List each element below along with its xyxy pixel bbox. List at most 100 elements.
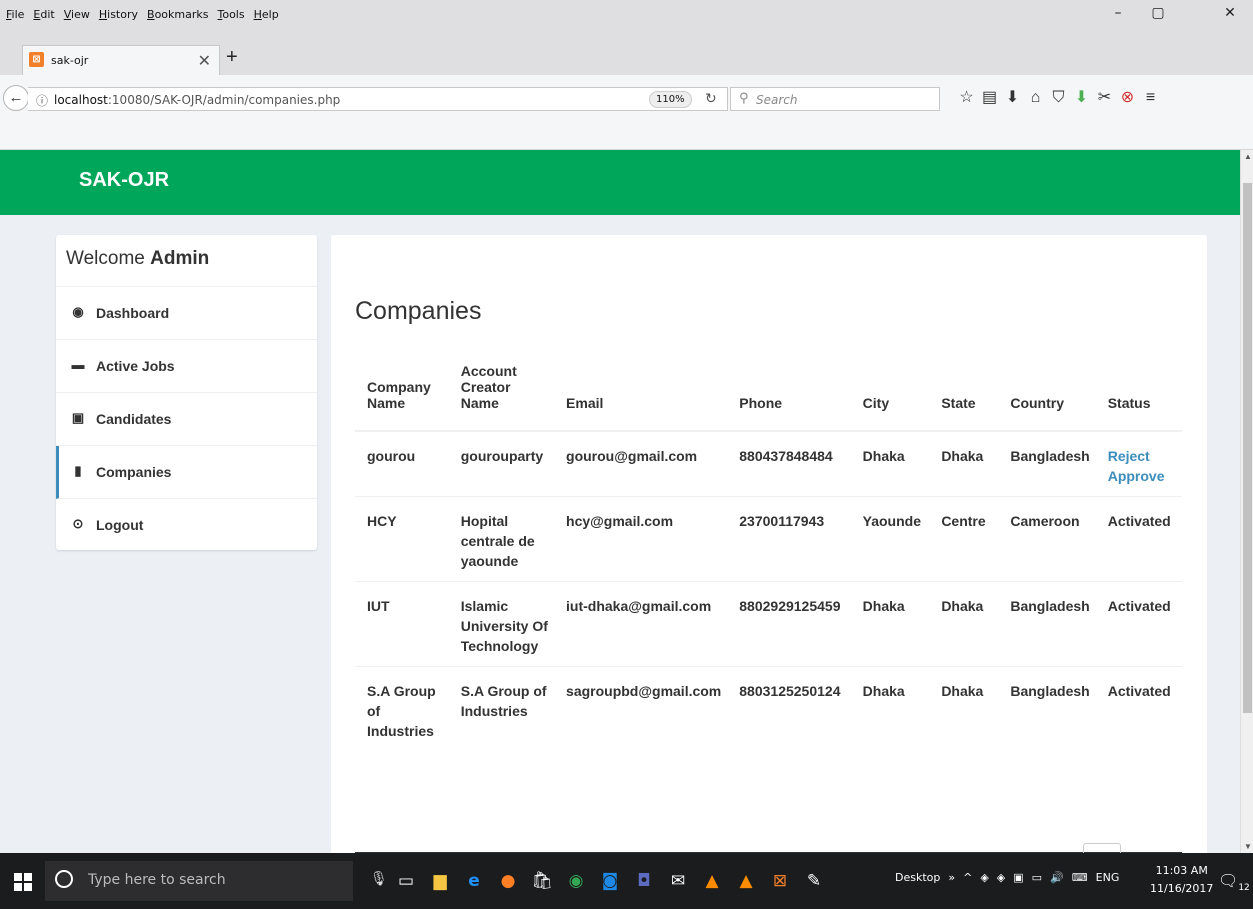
menu-item-view[interactable]: View bbox=[64, 8, 90, 21]
xampp-icon[interactable]: ⊠ bbox=[763, 865, 797, 897]
cell-country: Bangladesh bbox=[998, 581, 1096, 667]
close-window-button[interactable]: ✕ bbox=[1210, 5, 1250, 21]
store-icon[interactable]: 🛍 bbox=[525, 865, 559, 897]
brand-logo[interactable]: SAK-OJR bbox=[79, 169, 169, 192]
cell-status: Activated bbox=[1095, 496, 1182, 582]
column-header-company-name[interactable]: Company Name bbox=[355, 363, 449, 432]
browser-tab[interactable]: ⊠ sak-ojr ✕ bbox=[22, 45, 220, 75]
column-header-account-creator[interactable]: Account Creator Name bbox=[448, 363, 555, 432]
cell-email: hcy@gmail.com bbox=[554, 496, 728, 582]
file-explorer-icon[interactable]: ▆ bbox=[423, 865, 457, 897]
menu-item-tools[interactable]: Tools bbox=[217, 8, 244, 21]
info-icon[interactable]: ⓘ bbox=[36, 92, 48, 109]
cell-phone: 23700117943 bbox=[727, 496, 851, 582]
reject-link[interactable]: Reject bbox=[1108, 446, 1176, 466]
cell-state: Dhaka bbox=[929, 581, 999, 667]
minimize-button[interactable]: – bbox=[1098, 5, 1138, 21]
tray-app-2-icon[interactable]: ◈ bbox=[997, 871, 1005, 884]
overflow-chevron-icon[interactable]: » bbox=[948, 871, 955, 884]
app-purple-icon[interactable]: ◘ bbox=[627, 865, 661, 897]
menu-item-help[interactable]: Help bbox=[254, 8, 279, 21]
sidebar-item-label: Dashboard bbox=[96, 305, 170, 321]
taskbar-search-box[interactable]: Type here to search bbox=[45, 861, 353, 901]
orange-app-icon[interactable]: ▲ bbox=[729, 865, 763, 897]
system-tray: Desktop » ^ ◈ ◈ ▣ ▭ 🔊 ⌨ ENG bbox=[895, 871, 1119, 884]
pocket-icon[interactable]: ⛉ bbox=[1047, 85, 1070, 111]
sidebar-item-companies[interactable]: ▮ Companies bbox=[56, 446, 317, 499]
paint-icon[interactable]: ✎ bbox=[797, 865, 831, 897]
page-title: Companies bbox=[355, 297, 482, 325]
taskbar-clock[interactable]: 11:03 AM 11/16/2017 bbox=[1150, 862, 1213, 898]
cell-city: Dhaka bbox=[850, 666, 930, 751]
maximize-button[interactable]: ▢ bbox=[1138, 5, 1178, 21]
battery-icon[interactable]: ▭ bbox=[1032, 871, 1042, 884]
reload-icon[interactable]: ↻ bbox=[705, 91, 717, 107]
edge-icon[interactable]: e bbox=[457, 865, 491, 897]
new-tab-button[interactable]: + bbox=[226, 46, 238, 69]
language-indicator[interactable]: ENG bbox=[1096, 871, 1120, 884]
block-icon[interactable]: ⊗ bbox=[1116, 85, 1139, 111]
microphone-icon[interactable]: 🎙 bbox=[370, 871, 388, 887]
notification-center-icon[interactable]: 🗨12 bbox=[1218, 871, 1250, 893]
windows-start-icon[interactable] bbox=[14, 873, 32, 891]
scrollbar-thumb[interactable] bbox=[1243, 183, 1252, 713]
task-view-icon[interactable]: ▭ bbox=[389, 865, 423, 897]
menu-items: File Edit View History Bookmarks Tools Help bbox=[6, 8, 279, 21]
menu-item-history[interactable]: History bbox=[99, 8, 138, 21]
vlc-icon[interactable]: ▲ bbox=[695, 865, 729, 897]
volume-icon[interactable]: 🔊 bbox=[1050, 871, 1064, 884]
bookmark-star-icon[interactable]: ☆ bbox=[955, 85, 978, 111]
welcome-header: Welcome Admin bbox=[56, 235, 317, 287]
menu-item-bookmarks[interactable]: Bookmarks bbox=[147, 8, 208, 21]
menu-item-edit[interactable]: Edit bbox=[33, 8, 54, 21]
column-header-email[interactable]: Email bbox=[554, 363, 728, 432]
scroll-down-icon[interactable]: ▼ bbox=[1244, 842, 1252, 851]
network-icon[interactable]: ▣ bbox=[1013, 871, 1023, 884]
sidebar-item-label: Companies bbox=[96, 464, 172, 480]
web-page: SAK-OJR Welcome Admin ◉ Dashboard ▬ Acti… bbox=[0, 150, 1240, 853]
approve-link[interactable]: Approve bbox=[1108, 466, 1176, 486]
home-icon[interactable]: ⌂ bbox=[1024, 85, 1047, 111]
sidebar-item-label: Candidates bbox=[96, 411, 172, 427]
extension-download-icon[interactable]: ⬇ bbox=[1070, 85, 1093, 111]
column-header-country[interactable]: Country bbox=[998, 363, 1096, 432]
dashboard-icon: ◉ bbox=[72, 304, 84, 319]
zoom-indicator[interactable]: 110% bbox=[649, 91, 692, 108]
close-tab-icon[interactable]: ✕ bbox=[198, 51, 211, 70]
column-header-city[interactable]: City bbox=[850, 363, 930, 432]
sidebar-item-candidates[interactable]: ▣ Candidates bbox=[56, 393, 317, 446]
show-hidden-icons-icon[interactable]: ^ bbox=[963, 871, 972, 884]
cell-company: HCY bbox=[355, 496, 449, 582]
scroll-up-icon[interactable]: ▲ bbox=[1244, 152, 1252, 161]
keyboard-icon[interactable]: ⌨ bbox=[1072, 871, 1088, 884]
search-box[interactable]: ⚲ Search bbox=[730, 87, 940, 111]
mail-icon[interactable]: ✉ bbox=[661, 865, 695, 897]
screenshot-icon[interactable]: ✂ bbox=[1093, 85, 1116, 111]
menu-item-file[interactable]: File bbox=[6, 8, 24, 21]
url-host: localhost bbox=[54, 93, 108, 107]
page-scrollbar[interactable]: ▲ ▼ bbox=[1240, 150, 1253, 853]
desktop-toolbar-label[interactable]: Desktop bbox=[895, 871, 940, 884]
cell-creator: S.A Group of Industries bbox=[448, 666, 555, 751]
column-header-phone[interactable]: Phone bbox=[727, 363, 851, 432]
main-content: Companies Company Name Account Creator N… bbox=[331, 235, 1207, 853]
column-header-state[interactable]: State bbox=[929, 363, 999, 432]
sidebar-item-active-jobs[interactable]: ▬ Active Jobs bbox=[56, 340, 317, 393]
reading-list-icon[interactable]: ▤ bbox=[978, 85, 1001, 111]
search-icon: ⚲ bbox=[739, 91, 749, 106]
sidebar-item-logout[interactable]: ⊙ Logout bbox=[56, 499, 317, 552]
url-bar[interactable]: ⓘ localhost:10080/SAK-OJR/admin/companie… bbox=[28, 87, 728, 111]
cell-email: gourou@gmail.com bbox=[554, 430, 728, 497]
hamburger-menu-icon[interactable]: ≡ bbox=[1139, 85, 1162, 111]
tray-app-icon[interactable]: ◈ bbox=[980, 871, 988, 884]
firefox-icon[interactable]: ● bbox=[491, 865, 525, 897]
pagination-control[interactable] bbox=[1083, 843, 1121, 853]
app-blue-icon[interactable]: ◙ bbox=[593, 865, 627, 897]
companies-table: Company Name Account Creator Name Email … bbox=[355, 363, 1182, 751]
back-arrow-icon[interactable]: ← bbox=[3, 85, 29, 111]
download-icon[interactable]: ⬇ bbox=[1001, 85, 1024, 111]
table-header-row: Company Name Account Creator Name Email … bbox=[355, 363, 1182, 432]
column-header-status[interactable]: Status bbox=[1095, 363, 1182, 432]
sidebar-item-dashboard[interactable]: ◉ Dashboard bbox=[56, 287, 317, 340]
chrome-icon[interactable]: ◉ bbox=[559, 865, 593, 897]
